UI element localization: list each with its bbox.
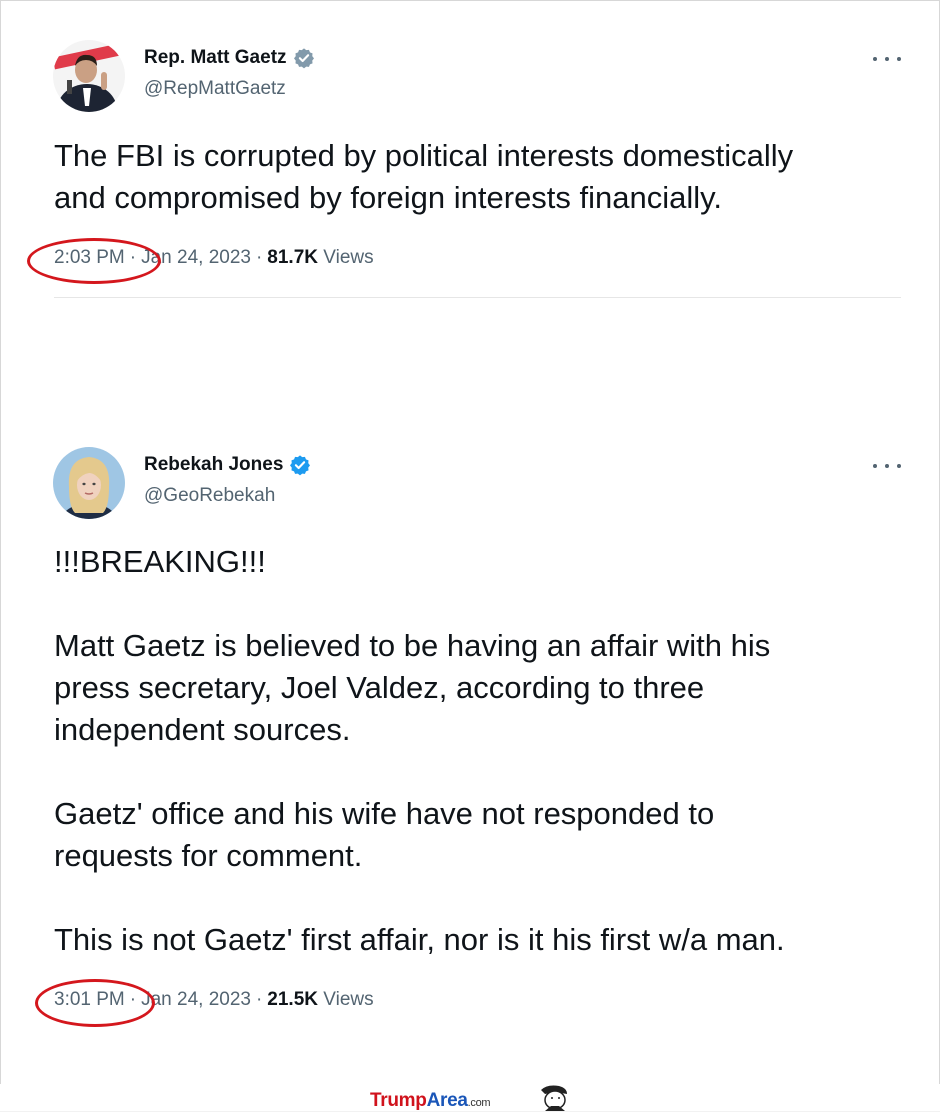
tweet-rebekah-jones[interactable]: Rebekah Jones @GeoRebekah !!!BREAKING!!!… <box>1 1 939 1084</box>
display-name[interactable]: Rebekah Jones <box>144 454 283 476</box>
caricature-icon <box>541 1085 567 1111</box>
tweet-date[interactable]: Jan 24, 2023 <box>141 989 251 1010</box>
tweet-meta: 3:01 PM · Jan 24, 2023 · 21.5K Views <box>54 989 374 1010</box>
views-count: 21.5K <box>267 989 318 1010</box>
watermark-footer: TrumpArea.com <box>0 1084 940 1111</box>
more-icon[interactable] <box>873 460 901 472</box>
avatar[interactable] <box>53 447 125 519</box>
views-label: Views <box>323 989 374 1010</box>
handle[interactable]: @GeoRebekah <box>144 485 275 507</box>
tweet-time[interactable]: 3:01 PM <box>54 989 125 1010</box>
verified-badge-icon <box>290 455 311 476</box>
tweet-text: !!!BREAKING!!! Matt Gaetz is believed to… <box>54 544 785 957</box>
brand-logo: TrumpArea.com <box>370 1090 491 1111</box>
screenshot-card: Rep. Matt Gaetz @RepMattGaetz The FBI is… <box>0 0 940 1085</box>
